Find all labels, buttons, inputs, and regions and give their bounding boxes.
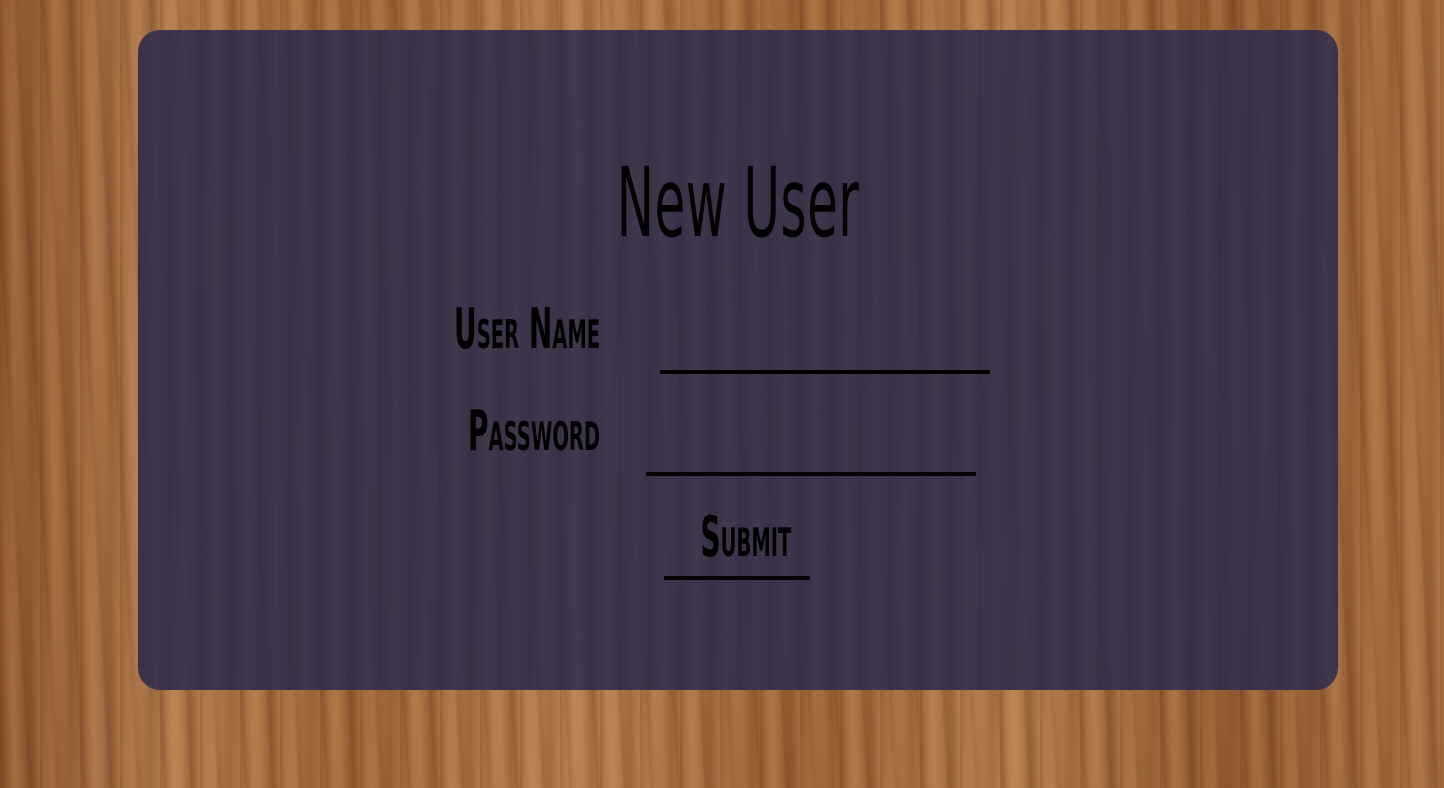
- password-label: Password: [468, 399, 601, 464]
- form-title: New User: [616, 147, 860, 259]
- username-input[interactable]: [660, 330, 990, 374]
- password-input[interactable]: [646, 430, 976, 476]
- submit-button[interactable]: Submit: [664, 500, 810, 580]
- new-user-form-card: New User User Name Password Submit: [138, 30, 1338, 690]
- submit-button-label: Submit: [700, 505, 792, 570]
- wood-background: { "form": { "title": "New User", "userna…: [0, 0, 1444, 788]
- username-label: User Name: [454, 297, 601, 362]
